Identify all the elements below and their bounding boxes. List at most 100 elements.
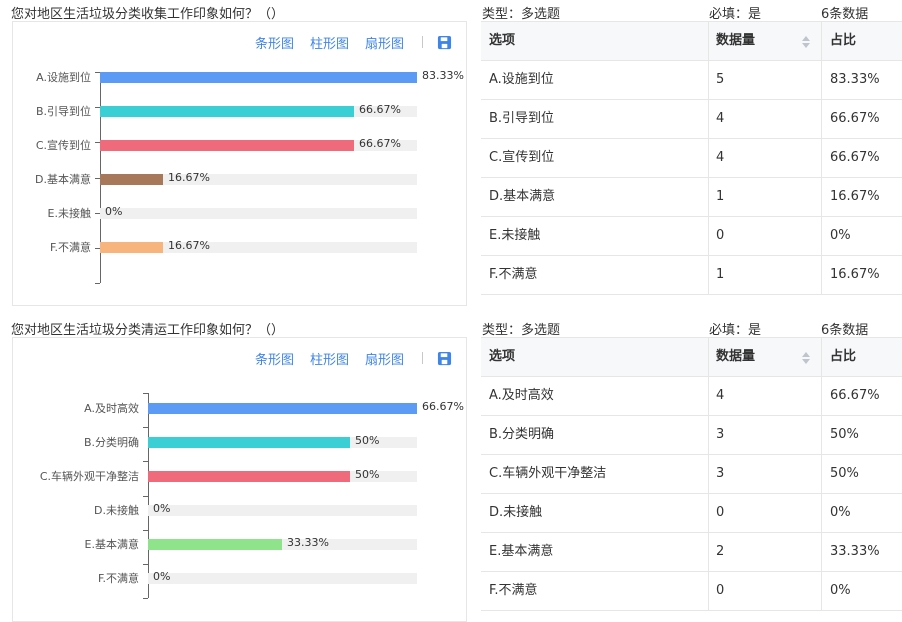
sort-icon[interactable]: [801, 35, 811, 49]
question-type: 类型：多选题: [482, 7, 561, 22]
category-label: C.宣传到位: [35, 139, 91, 152]
category-label: A.及时高效: [84, 402, 139, 415]
data-count: 6条数据: [821, 323, 869, 338]
col-divider: [821, 178, 822, 216]
value-label: 83.33%: [422, 69, 464, 82]
value-label: 16.67%: [168, 239, 210, 252]
table-row: C.宣传到位 4 66.67%: [481, 139, 902, 178]
bar-track: [100, 174, 417, 185]
cell-ratio: 0%: [830, 228, 851, 243]
table-header: 选项 数据量 占比: [481, 338, 902, 377]
col-divider: [708, 494, 709, 532]
bar[interactable]: [100, 72, 417, 83]
chart-type-tabs: 条形图 柱形图 扇形图: [239, 33, 452, 52]
y-axis-line: [148, 393, 149, 598]
table-row: D.未接触 0 0%: [481, 494, 902, 533]
cell-count: 4: [716, 150, 725, 165]
data-table: 选项 数据量 占比 A.设施到位 5 83.33% B.引导到位 4 66.67% C.宣传到位 4…: [481, 21, 902, 295]
bar[interactable]: [148, 471, 350, 482]
required-status: 必填：是: [709, 323, 762, 338]
col-header-count[interactable]: 数据量: [716, 22, 755, 60]
value-label: 33.33%: [287, 536, 329, 549]
col-divider: [821, 572, 822, 610]
table-row: E.未接触 0 0%: [481, 217, 902, 256]
bar[interactable]: [100, 174, 163, 185]
category-label: F.不满意: [49, 241, 91, 254]
bar[interactable]: [100, 140, 354, 151]
chart-panel: 条形图 柱形图 扇形图 A.及时高效 66.67% B.分类明确 50% C.车辆外观干…: [12, 337, 467, 622]
tab-column-chart[interactable]: 柱形图: [310, 33, 349, 52]
table-row: F.不满意 1 16.67%: [481, 256, 902, 295]
cell-count: 0: [716, 583, 725, 598]
category-label: F.不满意: [97, 572, 139, 585]
col-divider: [708, 572, 709, 610]
y-axis-tick: [143, 393, 148, 394]
col-divider: [708, 217, 709, 255]
cell-option: C.车辆外观干净整洁: [489, 466, 607, 481]
category-label: D.基本满意: [35, 173, 91, 186]
data-count: 6条数据: [821, 7, 869, 22]
table-header: 选项 数据量 占比: [481, 22, 902, 61]
tab-divider: [422, 36, 423, 48]
col-divider: [708, 256, 709, 294]
table-row: D.基本满意 1 16.67%: [481, 178, 902, 217]
cell-count: 1: [716, 267, 725, 282]
tab-pie-chart[interactable]: 扇形图: [365, 33, 404, 52]
question-title: 您对地区生活垃圾分类清运工作印象如何？（）: [11, 323, 285, 338]
cell-ratio: 50%: [830, 427, 859, 442]
cell-ratio: 83.33%: [830, 72, 880, 87]
y-axis-tick: [143, 496, 148, 497]
category-label: D.未接触: [94, 504, 139, 517]
col-divider: [708, 533, 709, 571]
col-header-ratio: 占比: [830, 349, 857, 364]
table-row: C.车辆外观干净整洁 3 50%: [481, 455, 902, 494]
save-icon[interactable]: [437, 35, 452, 50]
category-label: C.车辆外观干净整洁: [39, 470, 139, 483]
col-header-count[interactable]: 数据量: [716, 338, 755, 376]
required-status: 必填：是: [709, 7, 762, 22]
bar-track: [100, 242, 417, 253]
bar[interactable]: [148, 539, 282, 550]
col-divider: [821, 61, 822, 99]
table-row: A.及时高效 4 66.67%: [481, 377, 902, 416]
tab-bar-chart[interactable]: 条形图: [255, 349, 294, 368]
bar-track: [148, 539, 417, 550]
save-icon[interactable]: [437, 351, 452, 366]
col-divider: [821, 494, 822, 532]
col-header-ratio: 占比: [830, 33, 857, 48]
chart-panel: 条形图 柱形图 扇形图 A.设施到位 83.33% B.引导到位 66.67% C.宣传…: [12, 21, 467, 306]
col-divider: [708, 338, 709, 376]
y-axis-tick: [95, 283, 100, 284]
bar[interactable]: [148, 437, 350, 448]
cell-count: 2: [716, 544, 725, 559]
tab-column-chart[interactable]: 柱形图: [310, 349, 349, 368]
col-divider: [708, 416, 709, 454]
cell-count: 3: [716, 427, 725, 442]
table-row: A.设施到位 5 83.33%: [481, 61, 902, 100]
table-row: B.引导到位 4 66.67%: [481, 100, 902, 139]
data-table: 选项 数据量 占比 A.及时高效 4 66.67% B.分类明确 3 50% C.车辆外观干净整洁…: [481, 337, 902, 611]
cell-option: B.分类明确: [489, 427, 555, 442]
cell-option: F.不满意: [489, 267, 538, 282]
cell-ratio: 66.67%: [830, 388, 880, 403]
value-label: 50%: [355, 468, 380, 481]
cell-ratio: 0%: [830, 505, 851, 520]
bar-track: [148, 505, 417, 516]
bar[interactable]: [100, 242, 163, 253]
chart-type-tabs: 条形图 柱形图 扇形图: [239, 349, 452, 368]
tab-bar-chart[interactable]: 条形图: [255, 33, 294, 52]
col-divider: [821, 139, 822, 177]
col-divider: [821, 100, 822, 138]
value-label: 0%: [105, 205, 123, 218]
sort-icon[interactable]: [801, 351, 811, 365]
tab-pie-chart[interactable]: 扇形图: [365, 349, 404, 368]
cell-ratio: 66.67%: [830, 150, 880, 165]
col-header-option: 选项: [489, 33, 516, 48]
bar[interactable]: [100, 106, 354, 117]
col-divider: [708, 455, 709, 493]
bar[interactable]: [148, 403, 417, 414]
col-divider: [821, 533, 822, 571]
bar-track: [148, 573, 417, 584]
cell-count: 0: [716, 228, 725, 243]
col-divider: [821, 256, 822, 294]
